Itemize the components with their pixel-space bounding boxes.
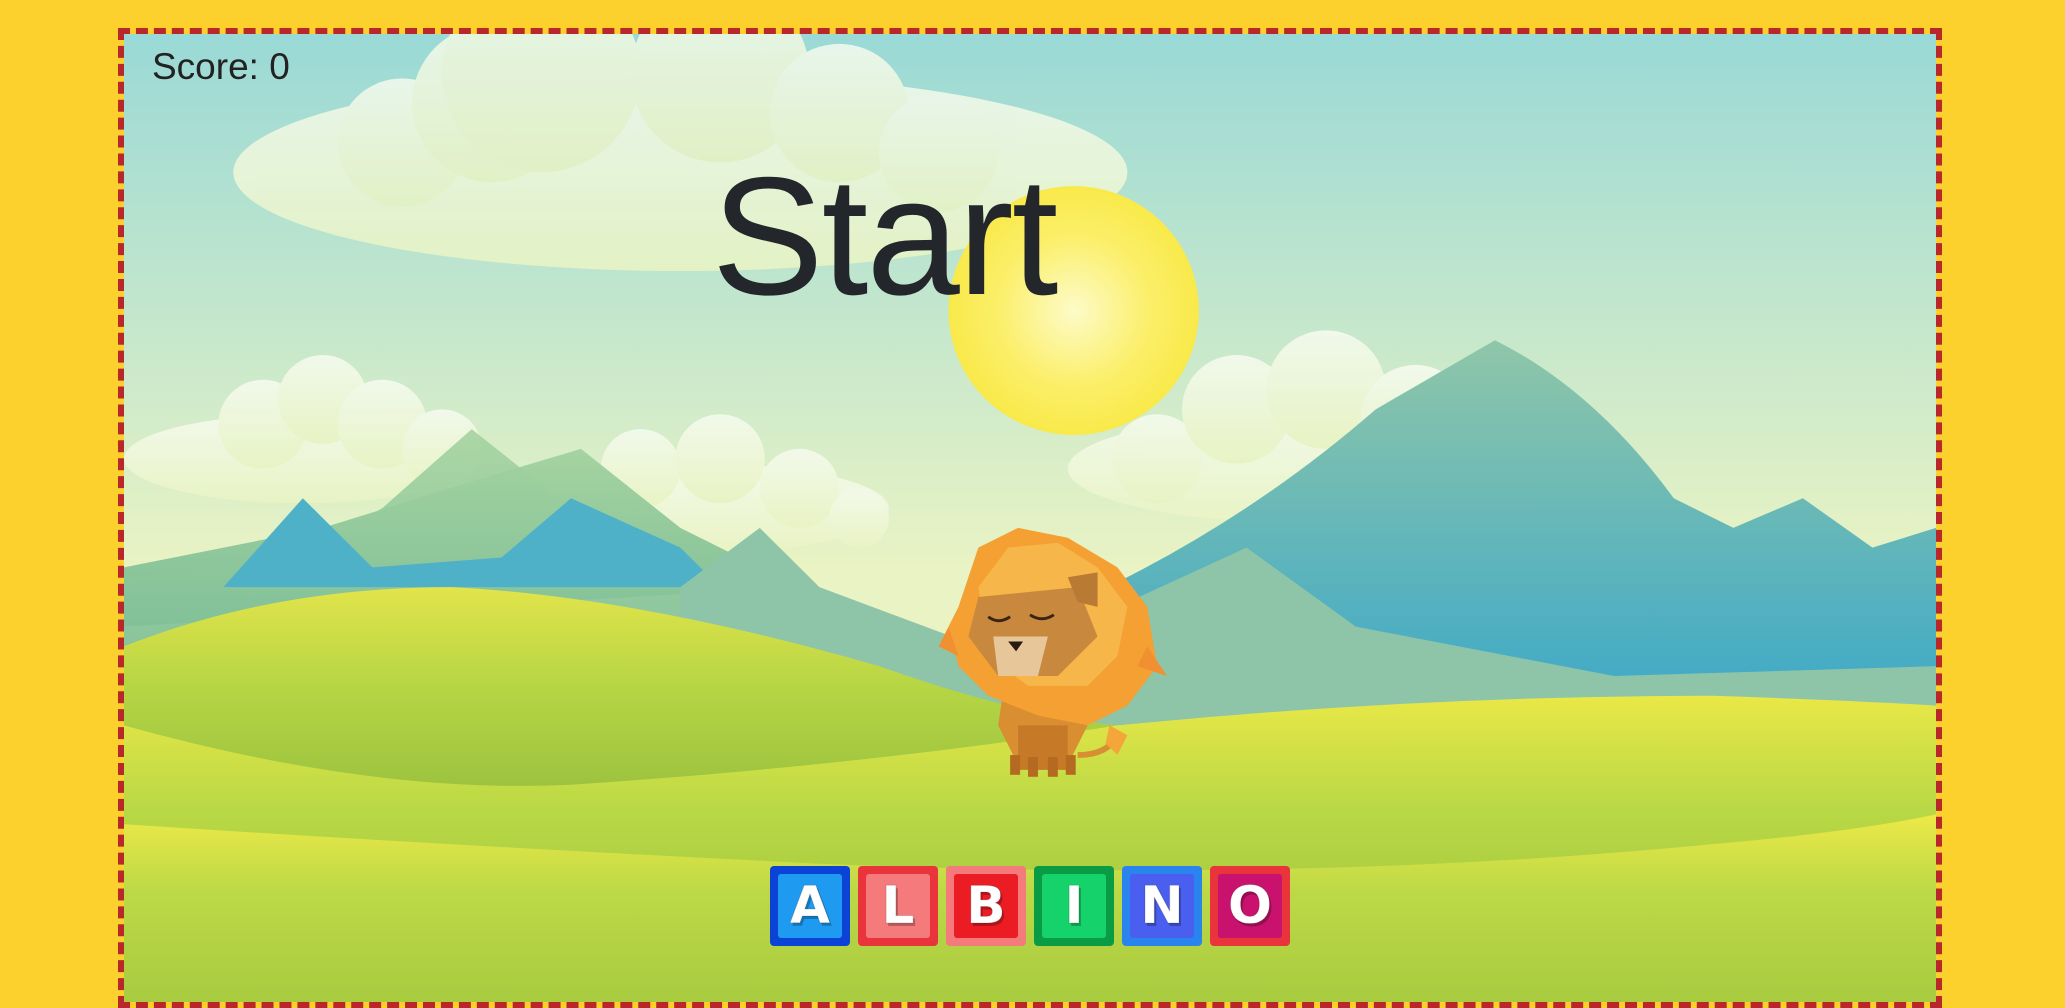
letter-tile-i[interactable]: I — [1034, 866, 1114, 946]
letter-tile-label: N — [1140, 876, 1185, 937]
score-display: Score: 0 — [152, 46, 290, 87]
game-frame: Score: 0 Start A L B I N O — [118, 28, 1942, 1008]
letter-tile-label: A — [789, 876, 831, 937]
letter-tile-o[interactable]: O — [1210, 866, 1290, 946]
letter-tile-label: O — [1227, 876, 1273, 937]
letter-tile-b[interactable]: B — [946, 866, 1026, 946]
letter-tile-label: I — [1064, 876, 1084, 937]
letter-tile-l[interactable]: L — [858, 866, 938, 946]
letter-tile-n[interactable]: N — [1122, 866, 1202, 946]
start-title[interactable]: Start — [124, 152, 1936, 320]
letter-tile-a[interactable]: A — [770, 866, 850, 946]
start-title-text: Start — [711, 142, 1059, 330]
word-tiles: A L B I N O — [770, 866, 1290, 946]
letter-tile-label: L — [881, 876, 915, 937]
letter-tile-label: B — [966, 876, 1007, 937]
